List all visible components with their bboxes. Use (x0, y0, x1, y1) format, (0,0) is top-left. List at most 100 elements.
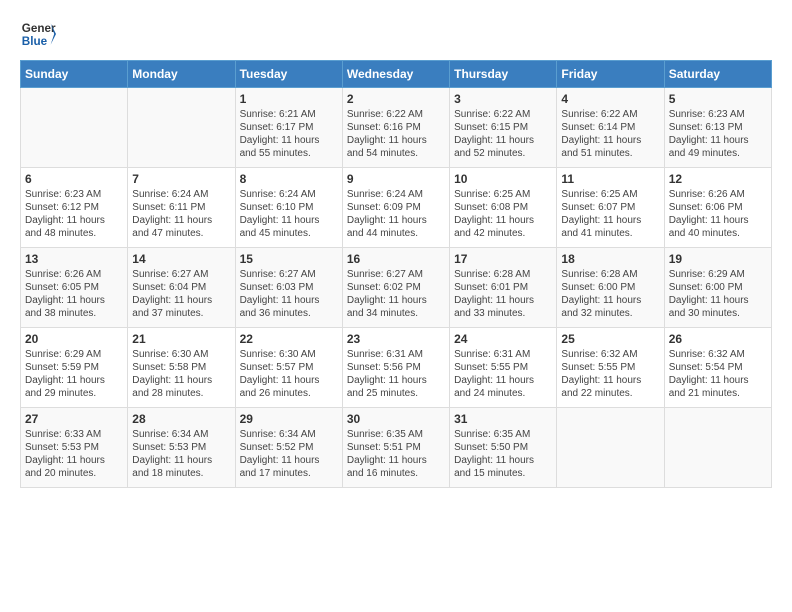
day-number: 28 (132, 412, 230, 426)
day-info: Sunrise: 6:30 AM Sunset: 5:57 PM Dayligh… (240, 348, 338, 400)
day-info: Sunrise: 6:32 AM Sunset: 5:54 PM Dayligh… (669, 348, 767, 400)
week-row-4: 20 Sunrise: 6:29 AM Sunset: 5:59 PM Dayli… (21, 328, 772, 408)
calendar-cell: 29 Sunrise: 6:34 AM Sunset: 5:52 PM Dayli… (235, 408, 342, 488)
svg-text:General: General (22, 22, 56, 35)
day-number: 21 (132, 332, 230, 346)
day-info: Sunrise: 6:35 AM Sunset: 5:51 PM Dayligh… (347, 428, 445, 480)
calendar-cell: 16 Sunrise: 6:27 AM Sunset: 6:02 PM Dayli… (342, 248, 449, 328)
day-number: 22 (240, 332, 338, 346)
day-number: 3 (454, 92, 552, 106)
day-info: Sunrise: 6:24 AM Sunset: 6:09 PM Dayligh… (347, 188, 445, 240)
calendar-cell: 24 Sunrise: 6:31 AM Sunset: 5:55 PM Dayli… (450, 328, 557, 408)
day-info: Sunrise: 6:25 AM Sunset: 6:08 PM Dayligh… (454, 188, 552, 240)
calendar-cell: 26 Sunrise: 6:32 AM Sunset: 5:54 PM Dayli… (664, 328, 771, 408)
calendar-cell: 23Sunrise: 6:31 AM Sunset: 5:56 PM Dayli… (342, 328, 449, 408)
calendar-cell: 4Sunrise: 6:22 AM Sunset: 6:14 PM Daylig… (557, 88, 664, 168)
day-info: Sunrise: 6:24 AM Sunset: 6:10 PM Dayligh… (240, 188, 338, 240)
calendar-cell: 15 Sunrise: 6:27 AM Sunset: 6:03 PM Dayli… (235, 248, 342, 328)
calendar-header-row: SundayMondayTuesdayWednesdayThursdayFrid… (21, 61, 772, 88)
calendar-cell: 18 Sunrise: 6:28 AM Sunset: 6:00 PM Dayli… (557, 248, 664, 328)
day-number: 17 (454, 252, 552, 266)
day-number: 23 (347, 332, 445, 346)
svg-text:Blue: Blue (22, 35, 48, 48)
day-info: Sunrise: 6:34 AM Sunset: 5:52 PM Dayligh… (240, 428, 338, 480)
day-info: Sunrise: 6:24 AM Sunset: 6:11 PM Dayligh… (132, 188, 230, 240)
day-header-monday: Monday (128, 61, 235, 88)
day-number: 24 (454, 332, 552, 346)
day-info: Sunrise: 6:28 AM Sunset: 6:00 PM Dayligh… (561, 268, 659, 320)
calendar-cell: 17 Sunrise: 6:28 AM Sunset: 6:01 PM Dayli… (450, 248, 557, 328)
calendar-table: SundayMondayTuesdayWednesdayThursdayFrid… (20, 60, 772, 488)
day-info: Sunrise: 6:27 AM Sunset: 6:02 PM Dayligh… (347, 268, 445, 320)
day-number: 18 (561, 252, 659, 266)
calendar-cell: 31 Sunrise: 6:35 AM Sunset: 5:50 PM Dayli… (450, 408, 557, 488)
logo-icon: General Blue (20, 16, 56, 52)
day-info: Sunrise: 6:22 AM Sunset: 6:14 PM Dayligh… (561, 108, 659, 160)
calendar-cell: 6Sunrise: 6:23 AM Sunset: 6:12 PM Daylig… (21, 168, 128, 248)
page-header: General Blue (20, 16, 772, 52)
calendar-cell (664, 408, 771, 488)
day-info: Sunrise: 6:29 AM Sunset: 5:59 PM Dayligh… (25, 348, 123, 400)
calendar-cell (128, 88, 235, 168)
day-number: 14 (132, 252, 230, 266)
calendar-cell: 30 Sunrise: 6:35 AM Sunset: 5:51 PM Dayli… (342, 408, 449, 488)
day-number: 19 (669, 252, 767, 266)
calendar-cell: 19Sunrise: 6:29 AM Sunset: 6:00 PM Dayli… (664, 248, 771, 328)
day-info: Sunrise: 6:23 AM Sunset: 6:13 PM Dayligh… (669, 108, 767, 160)
day-info: Sunrise: 6:28 AM Sunset: 6:01 PM Dayligh… (454, 268, 552, 320)
day-number: 25 (561, 332, 659, 346)
calendar-cell: 8 Sunrise: 6:24 AM Sunset: 6:10 PM Daylig… (235, 168, 342, 248)
day-info: Sunrise: 6:26 AM Sunset: 6:05 PM Dayligh… (25, 268, 123, 320)
calendar-cell: 9 Sunrise: 6:24 AM Sunset: 6:09 PM Daylig… (342, 168, 449, 248)
day-info: Sunrise: 6:26 AM Sunset: 6:06 PM Dayligh… (669, 188, 767, 240)
day-header-tuesday: Tuesday (235, 61, 342, 88)
day-number: 15 (240, 252, 338, 266)
week-row-2: 6Sunrise: 6:23 AM Sunset: 6:12 PM Daylig… (21, 168, 772, 248)
day-number: 31 (454, 412, 552, 426)
day-number: 27 (25, 412, 123, 426)
day-info: Sunrise: 6:33 AM Sunset: 5:53 PM Dayligh… (25, 428, 123, 480)
calendar-cell (557, 408, 664, 488)
day-info: Sunrise: 6:27 AM Sunset: 6:03 PM Dayligh… (240, 268, 338, 320)
day-number: 7 (132, 172, 230, 186)
day-number: 29 (240, 412, 338, 426)
day-header-saturday: Saturday (664, 61, 771, 88)
day-number: 5 (669, 92, 767, 106)
week-row-3: 13 Sunrise: 6:26 AM Sunset: 6:05 PM Dayli… (21, 248, 772, 328)
day-info: Sunrise: 6:25 AM Sunset: 6:07 PM Dayligh… (561, 188, 659, 240)
calendar-cell: 1 Sunrise: 6:21 AM Sunset: 6:17 PM Daylig… (235, 88, 342, 168)
day-number: 9 (347, 172, 445, 186)
calendar-cell: 21Sunrise: 6:30 AM Sunset: 5:58 PM Dayli… (128, 328, 235, 408)
day-header-wednesday: Wednesday (342, 61, 449, 88)
day-number: 2 (347, 92, 445, 106)
day-number: 20 (25, 332, 123, 346)
day-number: 1 (240, 92, 338, 106)
day-number: 11 (561, 172, 659, 186)
day-header-friday: Friday (557, 61, 664, 88)
calendar-cell: 5 Sunrise: 6:23 AM Sunset: 6:13 PM Daylig… (664, 88, 771, 168)
calendar-cell: 20 Sunrise: 6:29 AM Sunset: 5:59 PM Dayli… (21, 328, 128, 408)
day-info: Sunrise: 6:35 AM Sunset: 5:50 PM Dayligh… (454, 428, 552, 480)
calendar-cell: 10 Sunrise: 6:25 AM Sunset: 6:08 PM Dayli… (450, 168, 557, 248)
week-row-5: 27 Sunrise: 6:33 AM Sunset: 5:53 PM Dayli… (21, 408, 772, 488)
day-info: Sunrise: 6:21 AM Sunset: 6:17 PM Dayligh… (240, 108, 338, 160)
calendar-cell: 7 Sunrise: 6:24 AM Sunset: 6:11 PM Daylig… (128, 168, 235, 248)
calendar-cell: 12 Sunrise: 6:26 AM Sunset: 6:06 PM Dayli… (664, 168, 771, 248)
day-number: 16 (347, 252, 445, 266)
calendar-cell: 3Sunrise: 6:22 AM Sunset: 6:15 PM Daylig… (450, 88, 557, 168)
day-number: 8 (240, 172, 338, 186)
day-number: 26 (669, 332, 767, 346)
day-number: 6 (25, 172, 123, 186)
calendar-cell: 2Sunrise: 6:22 AM Sunset: 6:16 PM Daylig… (342, 88, 449, 168)
day-info: Sunrise: 6:31 AM Sunset: 5:55 PM Dayligh… (454, 348, 552, 400)
calendar-cell: 27 Sunrise: 6:33 AM Sunset: 5:53 PM Dayli… (21, 408, 128, 488)
calendar-cell: 28Sunrise: 6:34 AM Sunset: 5:53 PM Dayli… (128, 408, 235, 488)
day-info: Sunrise: 6:27 AM Sunset: 6:04 PM Dayligh… (132, 268, 230, 320)
day-header-sunday: Sunday (21, 61, 128, 88)
day-number: 13 (25, 252, 123, 266)
day-number: 30 (347, 412, 445, 426)
day-number: 10 (454, 172, 552, 186)
day-number: 12 (669, 172, 767, 186)
calendar-cell: 25Sunrise: 6:32 AM Sunset: 5:55 PM Dayli… (557, 328, 664, 408)
logo: General Blue (20, 16, 56, 52)
